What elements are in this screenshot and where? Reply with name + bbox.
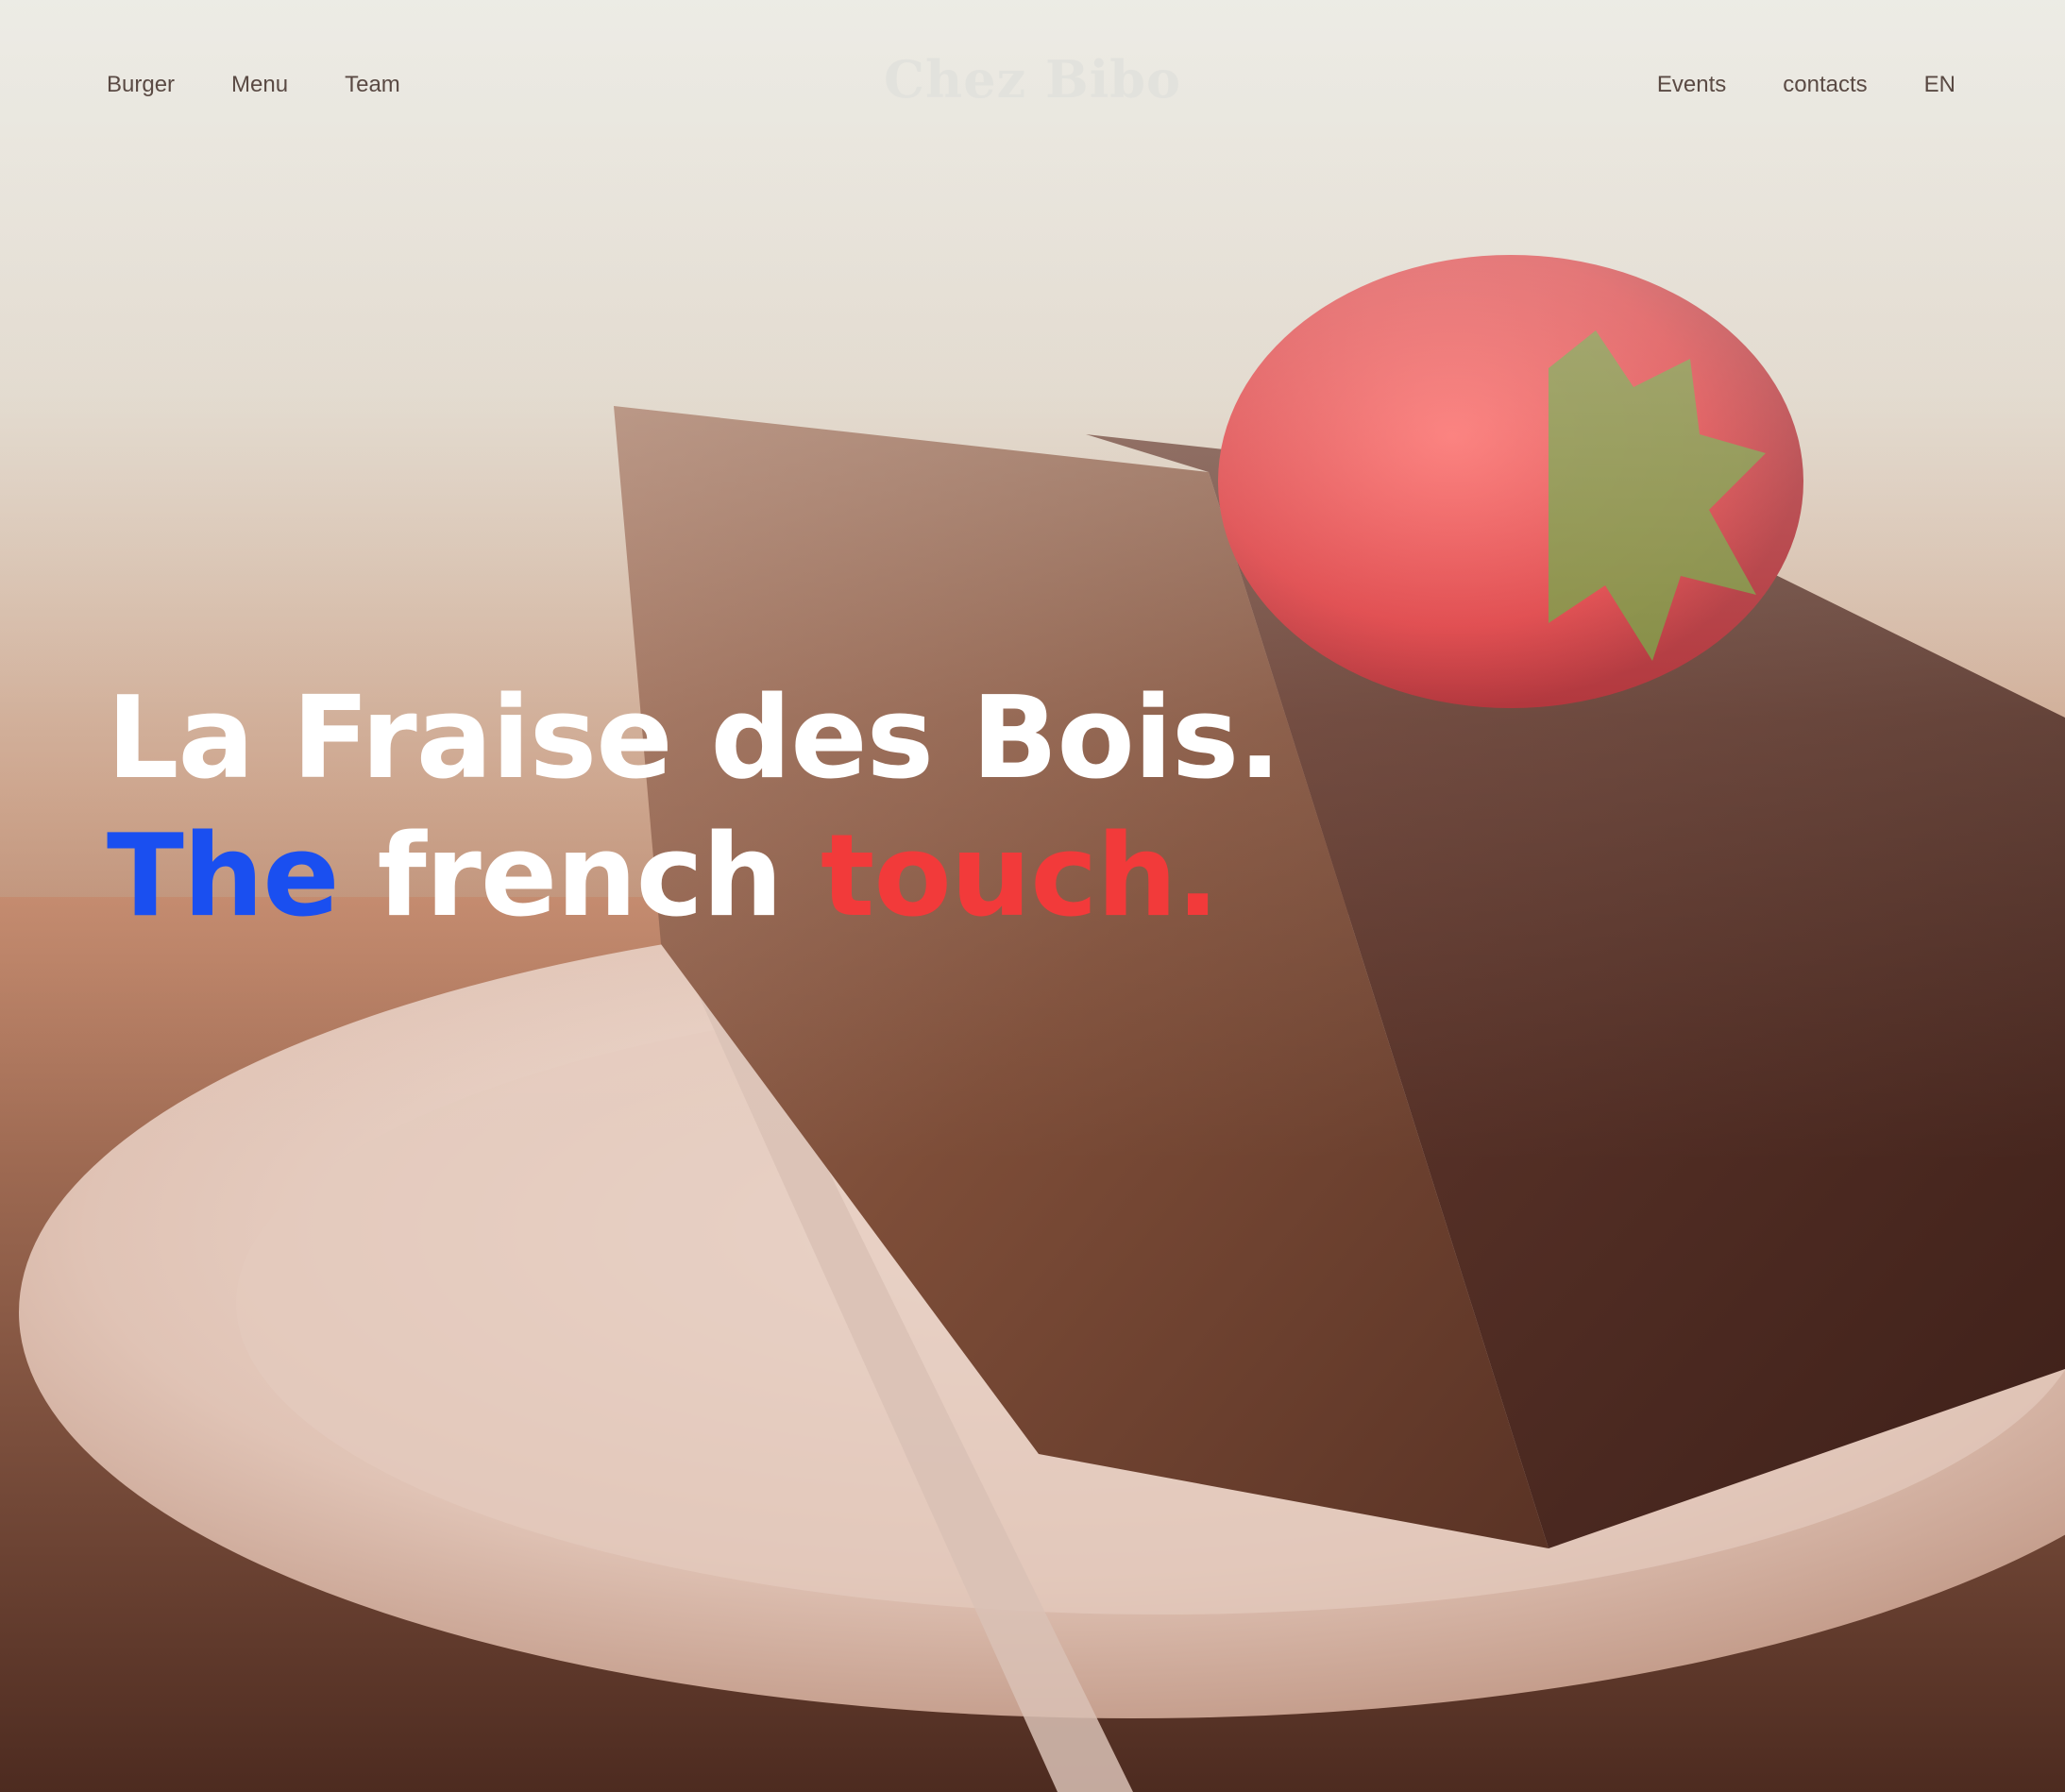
hero-word-touch: touch. [821, 811, 1219, 943]
hero-word-french: french [377, 811, 783, 943]
hero-headline: La Fraise des Bois. The french touch. [107, 670, 1281, 946]
hero-word-the: The [107, 811, 340, 943]
hero-title-line1: La Fraise des Bois. [107, 673, 1281, 805]
hero-section: Burger Menu Team Events contacts EN Chez… [0, 0, 2065, 1792]
hero-title-line2: The french touch. [107, 808, 1280, 946]
brand-logo[interactable]: Chez Bibo [0, 49, 2065, 110]
